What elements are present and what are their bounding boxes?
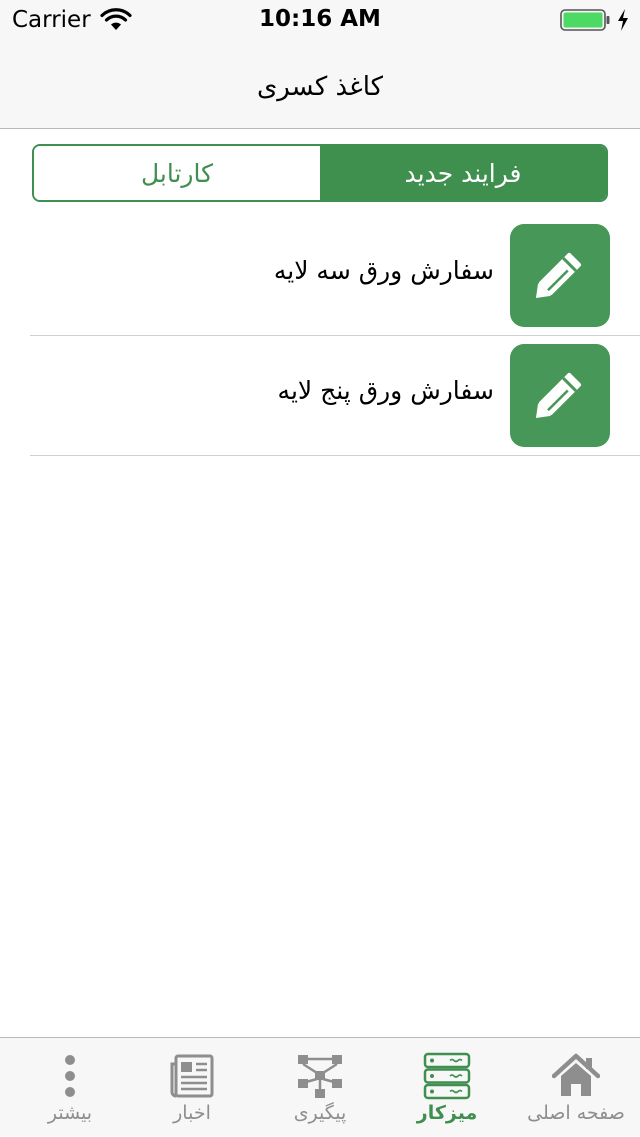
workflow-icon <box>298 1055 342 1098</box>
charging-bolt-icon <box>618 9 628 31</box>
navigation-bar: کاغذ کسری <box>0 40 640 129</box>
tab-news[interactable]: اخبار <box>128 1038 256 1137</box>
status-bar: Carrier 10:16 AM <box>0 0 640 40</box>
list-item-label: سفارش ورق پنج لایه <box>277 376 494 405</box>
tab-news-label: اخبار <box>173 1102 211 1124</box>
clock: 10:16 AM <box>259 6 381 32</box>
list-item-label: سفارش ورق سه لایه <box>273 256 494 285</box>
tab-desk-label: میزکار <box>416 1102 478 1124</box>
tab-more-label: بیشتر <box>47 1102 93 1124</box>
tab-new-process[interactable]: فرایند جدید <box>320 146 606 200</box>
more-icon <box>65 1055 75 1097</box>
tab-tracking[interactable]: پیگیری <box>256 1038 384 1137</box>
tab-tracking-label: پیگیری <box>293 1102 347 1124</box>
list-item[interactable]: سفارش ورق پنج لایه <box>30 336 640 456</box>
tab-desk[interactable]: میزکار <box>383 1038 511 1137</box>
battery-icon <box>560 9 610 31</box>
tab-home[interactable]: صفحه اصلی <box>512 1038 640 1137</box>
tab-kartabl[interactable]: کارتابل <box>34 146 320 200</box>
tab-home-label: صفحه اصلی <box>527 1102 625 1124</box>
pencil-icon <box>510 344 610 447</box>
segmented-control: کارتابل فرایند جدید <box>32 144 608 202</box>
pencil-icon <box>510 224 610 327</box>
home-icon <box>552 1053 600 1096</box>
newspaper-icon <box>170 1054 214 1098</box>
page-title: کاغذ کسری <box>256 72 384 102</box>
server-icon <box>423 1052 471 1100</box>
tab-bar: بیشتر اخبار پیگیری میزکار صفحه اصلی <box>0 1037 640 1136</box>
list-item[interactable]: سفارش ورق سه لایه <box>30 216 640 336</box>
tab-more[interactable]: بیشتر <box>6 1038 134 1137</box>
